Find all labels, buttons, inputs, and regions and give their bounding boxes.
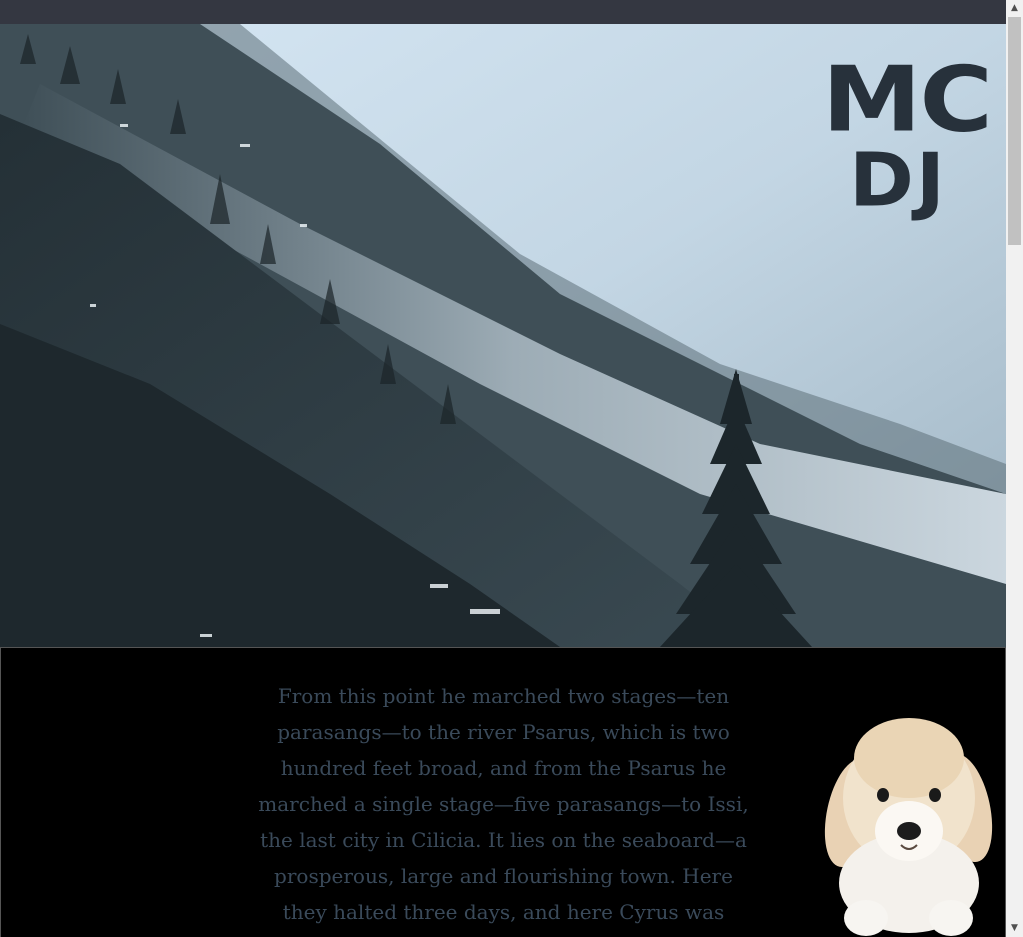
story-paragraph: From this point he marched two stages—te… xyxy=(258,684,749,937)
content-section: From this point he marched two stages—te… xyxy=(0,647,1006,937)
hero-image: MC DJ xyxy=(0,24,1006,647)
puppy-icon xyxy=(824,718,993,936)
logo-line-1: MC xyxy=(822,46,993,153)
vertical-scrollbar[interactable]: ▲ ▼ xyxy=(1006,0,1023,937)
scroll-down-arrow-icon[interactable]: ▼ xyxy=(1006,920,1023,937)
top-bar xyxy=(0,0,1006,24)
scroll-up-arrow-icon[interactable]: ▲ xyxy=(1006,0,1023,17)
logo-line-2: DJ xyxy=(849,138,947,224)
page-viewport: MC DJ From this point he marched two sta… xyxy=(0,0,1006,937)
scrollbar-thumb[interactable] xyxy=(1008,17,1021,245)
site-logo[interactable]: MC DJ xyxy=(822,46,993,224)
